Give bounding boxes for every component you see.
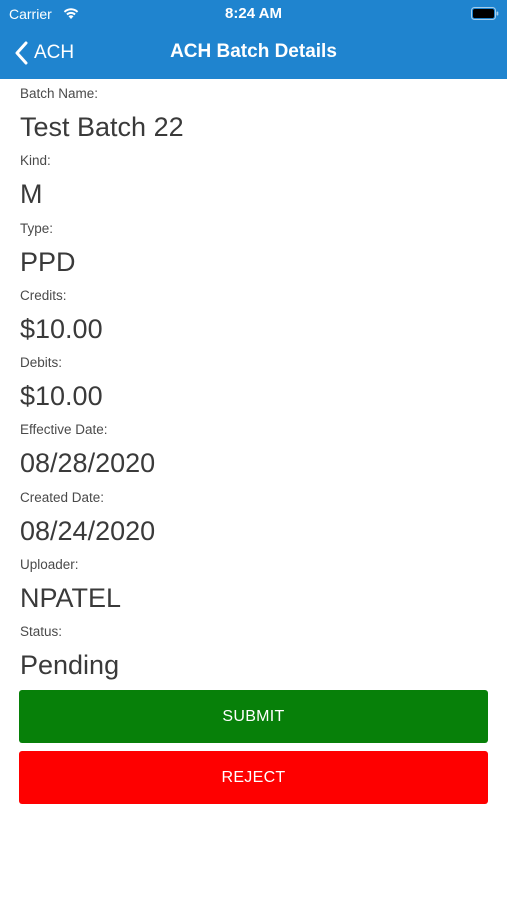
field-created-date: Created Date: 08/24/2020 (20, 489, 490, 556)
navigation-bar: ACH ACH Batch Details (0, 28, 507, 79)
field-value: Test Batch 22 (20, 112, 184, 142)
field-label: Type: (20, 220, 54, 236)
field-value: $10.00 (20, 381, 103, 412)
field-uploader: Uploader: NPATEL (20, 556, 490, 623)
field-label: Credits: (20, 287, 67, 303)
status-value: Pending (20, 650, 120, 681)
field-label: Kind: (20, 153, 51, 169)
field-credits: Credits: $10.00 (20, 287, 490, 354)
header: Carrier 8:24 AM ACH ACH Batch Details (0, 0, 507, 79)
field-label: Status: (20, 624, 63, 640)
submit-button[interactable]: SUBMIT (19, 690, 488, 743)
field-status: Status: Pending (20, 623, 490, 690)
field-value: 08/28/2020 (20, 448, 156, 479)
field-label: Uploader: (20, 557, 79, 573)
field-type: Type: PPD (20, 220, 490, 287)
field-label: Created Date: (20, 489, 105, 505)
page-title: ACH Batch Details (170, 41, 337, 62)
field-value: M (20, 179, 43, 210)
field-value: NPATEL (20, 583, 122, 614)
field-label: Effective Date: (20, 422, 108, 438)
battery-icon (471, 7, 499, 20)
status-bar: Carrier 8:24 AM (0, 0, 507, 28)
reject-button[interactable]: REJECT (19, 751, 488, 804)
field-value: PPD (20, 246, 76, 277)
batch-details: Batch Name: Test Batch 22 Kind: M Type: … (20, 85, 490, 691)
field-label: Debits: (20, 355, 63, 371)
field-value: 08/24/2020 (20, 515, 156, 546)
field-kind: Kind: M (20, 152, 490, 219)
screen: Carrier 8:24 AM ACH ACH Batch Details Ba… (0, 0, 507, 900)
field-debits: Debits: $10.00 (20, 354, 490, 421)
field-value: $10.00 (20, 313, 103, 344)
field-batch-name: Batch Name: Test Batch 22 (20, 85, 490, 152)
status-time: 8:24 AM (225, 5, 282, 22)
field-effective-date: Effective Date: 08/28/2020 (20, 421, 490, 488)
field-label: Batch Name: (20, 86, 99, 101)
